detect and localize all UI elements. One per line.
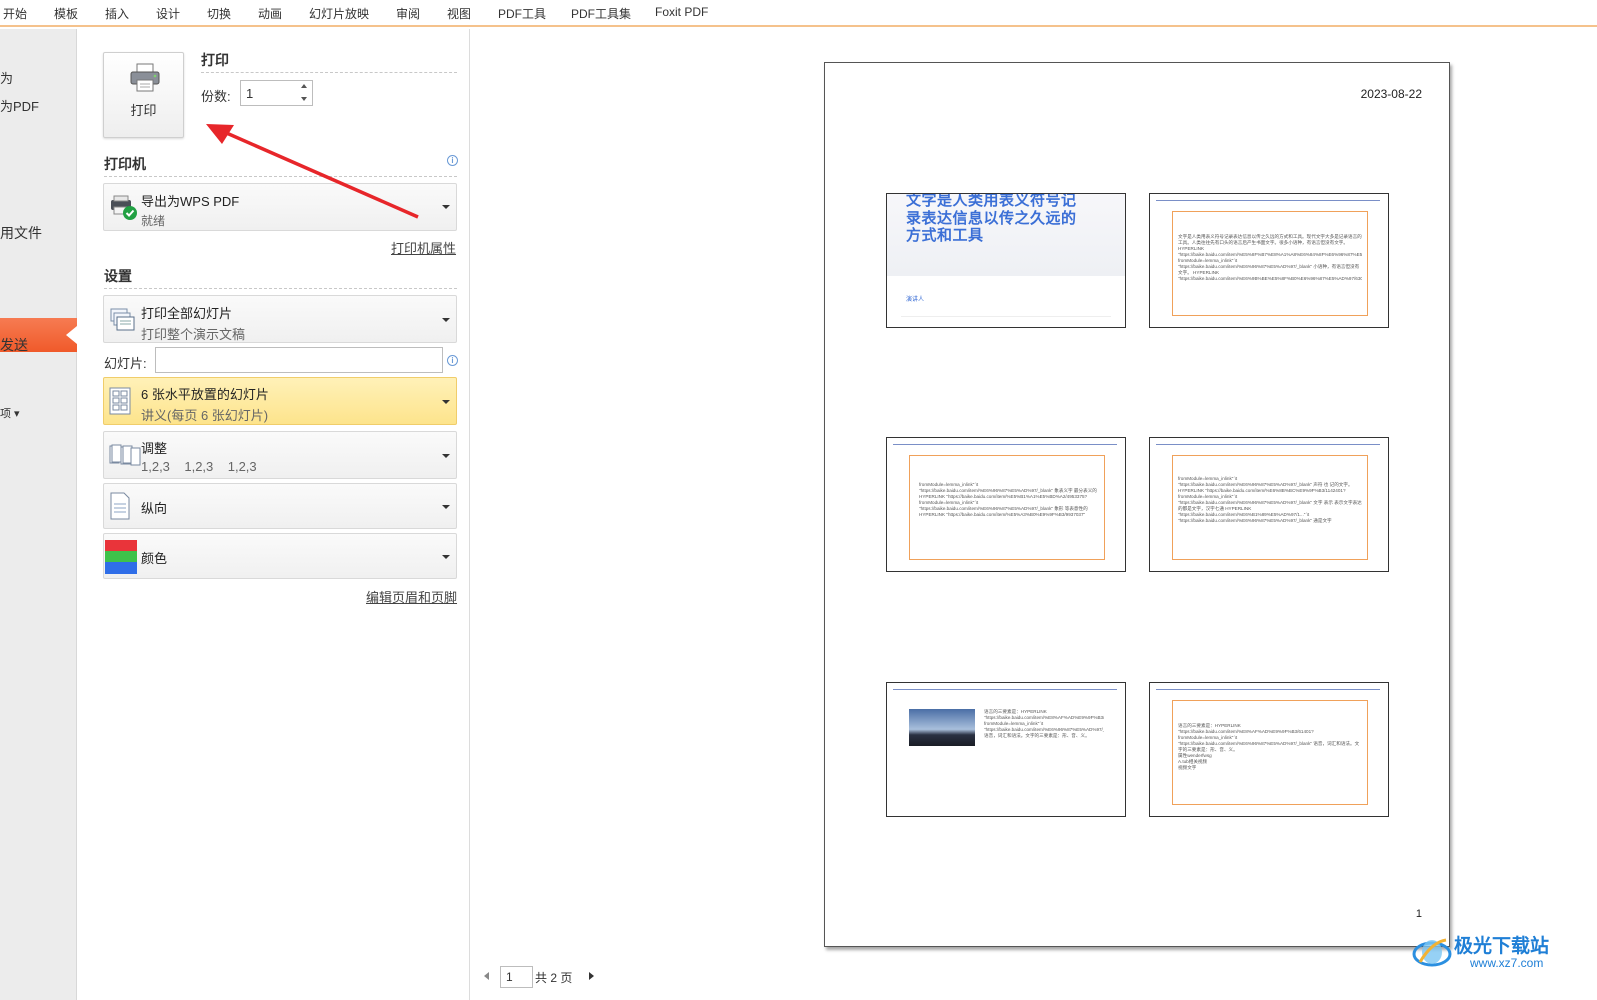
collate-select[interactable]: 调整 1,2,3 1,2,3 1,2,3 bbox=[103, 431, 457, 479]
collate-subtitle: 1,2,3 1,2,3 1,2,3 bbox=[141, 459, 257, 474]
slide-top-rule bbox=[1156, 200, 1380, 201]
slide-5-body: 语言的三要素是：HYPERLINK "https://baike.baidu.c… bbox=[984, 709, 1104, 738]
handout-layout-select[interactable]: 6 张水平放置的幻灯片 讲义(每页 6 张幻灯片) bbox=[103, 377, 457, 425]
printer-properties-link[interactable]: 打印机属性 bbox=[391, 238, 456, 257]
menu-animation[interactable]: 动画 bbox=[258, 5, 282, 22]
slide-6-body: 语言的三要素是：HYPERLINK "https://baike.baidu.c… bbox=[1178, 723, 1360, 770]
slide-top-rule bbox=[1156, 444, 1380, 445]
slide-thumbnail-6: 语言的三要素是：HYPERLINK "https://baike.baidu.c… bbox=[1149, 682, 1389, 817]
chevron-down-icon bbox=[442, 555, 450, 559]
aurora-logo-icon bbox=[1412, 938, 1452, 967]
slide-thumbnail-4: fromModule=lemma_inlink" \t "https://bai… bbox=[1149, 437, 1389, 572]
menu-pdf-tools[interactable]: PDF工具 bbox=[498, 5, 546, 22]
copies-value: 1 bbox=[246, 86, 254, 101]
handout-layout-title: 6 张水平放置的幻灯片 bbox=[141, 387, 269, 402]
slide-thumbnail-2: 文字是人类用表义符号记录表达信息以传之久远的方式和工具。现代文字大多是记录语言的… bbox=[1149, 193, 1389, 328]
slide-top-rule bbox=[893, 689, 1117, 690]
ribbon-menu-bar: 开始 模板 插入 设计 切换 动画 幻灯片放映 审阅 视图 PDF工具 PDF工… bbox=[0, 0, 1597, 27]
header-date: 2023-08-22 bbox=[1360, 87, 1422, 101]
divider bbox=[104, 288, 457, 289]
orientation-label: 纵向 bbox=[141, 501, 168, 516]
menu-foxit-pdf[interactable]: Foxit PDF bbox=[655, 5, 708, 19]
slide-4-body: fromModule=lemma_inlink" \t "https://bai… bbox=[1178, 476, 1362, 523]
prev-page-icon[interactable] bbox=[484, 972, 489, 980]
slide-1-presenter: 演讲人 bbox=[906, 297, 925, 303]
nav-item-recent-files[interactable]: 用文件 bbox=[0, 223, 42, 243]
total-pages-label: 共 2 页 bbox=[535, 971, 573, 985]
slides-input[interactable] bbox=[155, 347, 443, 373]
chevron-down-icon bbox=[442, 400, 450, 404]
print-button-label: 打印 bbox=[130, 103, 157, 118]
print-range-title: 打印全部幻灯片 bbox=[141, 306, 233, 321]
handout-layout-subtitle: 讲义(每页 6 张幻灯片) bbox=[141, 408, 269, 423]
slide-thumbnail-3: fromModule=lemma_inlink" \t "https://bai… bbox=[886, 437, 1126, 572]
color-mode-select[interactable]: 颜色 bbox=[103, 533, 457, 579]
page-number-input[interactable]: 1 bbox=[500, 966, 533, 988]
all-slides-icon bbox=[109, 307, 137, 338]
print-button[interactable]: 打印 bbox=[103, 52, 184, 138]
print-preview-page: 2023-08-22 1 文字是人类用表义符号记录表达信息以传之久远的方式和工具… bbox=[824, 62, 1450, 947]
slide-2-body: 文字是人类用表义符号记录表达信息以传之久远的方式和工具。现代文字大多是记录语言的… bbox=[1178, 234, 1362, 281]
nav-active-pointer bbox=[66, 326, 77, 344]
print-range-subtitle: 打印整个演示文稿 bbox=[141, 327, 246, 342]
slide-1-title: 文字是人类用表义符号记录表达信息以传之久远的方式和工具 bbox=[906, 193, 1077, 244]
nav-item-save-as[interactable]: 为 bbox=[0, 68, 13, 87]
footer-page-number: 1 bbox=[1415, 908, 1422, 920]
nav-item-save-as-pdf[interactable]: 为PDF bbox=[0, 96, 39, 115]
menu-pdf-toolset[interactable]: PDF工具集 bbox=[571, 5, 631, 22]
nav-item-send[interactable]: 发送 bbox=[0, 335, 28, 355]
chevron-down-icon bbox=[442, 318, 450, 322]
printer-icon bbox=[129, 63, 161, 98]
menu-insert[interactable]: 插入 bbox=[105, 5, 129, 22]
site-watermark: 极光下载站 www.xz7.com bbox=[1412, 930, 1564, 974]
chevron-down-icon bbox=[442, 505, 450, 509]
menu-transition[interactable]: 切换 bbox=[207, 5, 231, 22]
nav-item-options[interactable]: 项 ▾ bbox=[0, 405, 20, 421]
slides-label: 幻灯片: bbox=[104, 356, 147, 371]
menu-start[interactable]: 开始 bbox=[3, 5, 27, 22]
watermark-url: www.xz7.com bbox=[1470, 956, 1544, 970]
watermark-name: 极光下载站 bbox=[1454, 936, 1550, 957]
stepper-down-icon[interactable] bbox=[301, 97, 307, 101]
printer-info-icon[interactable]: i bbox=[447, 155, 458, 166]
copies-stepper[interactable]: 1 bbox=[240, 80, 313, 106]
backstage-nav: 为 为PDF 用文件 发送 项 ▾ bbox=[0, 29, 77, 1000]
orientation-select[interactable]: 纵向 bbox=[103, 483, 457, 529]
print-range-select[interactable]: 打印全部幻灯片 打印整个演示文稿 bbox=[103, 295, 457, 343]
color-swatch-icon bbox=[105, 540, 137, 579]
pdf-printer-icon bbox=[109, 194, 139, 227]
printer-status: 就绪 bbox=[141, 214, 166, 228]
chevron-down-icon bbox=[442, 205, 450, 209]
menu-design[interactable]: 设计 bbox=[156, 5, 180, 22]
menu-review[interactable]: 审阅 bbox=[396, 5, 420, 22]
printer-section-title: 打印机 bbox=[104, 156, 146, 172]
slide-top-rule bbox=[1156, 689, 1380, 690]
portrait-page-icon bbox=[109, 492, 131, 525]
red-annotation-arrow bbox=[206, 124, 419, 219]
collate-title: 调整 bbox=[141, 441, 168, 456]
divider bbox=[201, 72, 457, 73]
color-mode-label: 颜色 bbox=[141, 551, 168, 566]
stepper-up-icon[interactable] bbox=[301, 84, 307, 88]
edit-header-footer-link[interactable]: 编辑页眉和页脚 bbox=[366, 587, 457, 606]
menu-template[interactable]: 模板 bbox=[54, 5, 78, 22]
collate-pages-icon bbox=[109, 444, 141, 471]
slide-top-rule bbox=[893, 444, 1117, 445]
chevron-down-icon bbox=[442, 454, 450, 458]
slide-3-body: fromModule=lemma_inlink" \t "https://bai… bbox=[919, 482, 1097, 517]
slides-info-icon[interactable]: i bbox=[447, 355, 458, 366]
menu-view[interactable]: 视图 bbox=[447, 5, 471, 22]
slide-thumbnail-5: 语言的三要素是：HYPERLINK "https://baike.baidu.c… bbox=[886, 682, 1126, 817]
divider bbox=[901, 316, 1111, 317]
next-page-icon[interactable] bbox=[589, 972, 594, 980]
settings-section-title: 设置 bbox=[104, 268, 132, 284]
slide-thumbnail-1: 文字是人类用表义符号记录表达信息以传之久远的方式和工具 演讲人 bbox=[886, 193, 1126, 328]
copies-label: 份数: bbox=[201, 89, 231, 104]
six-slides-grid-icon bbox=[109, 387, 131, 420]
slide-5-night-city-image bbox=[909, 709, 975, 746]
menu-slideshow[interactable]: 幻灯片放映 bbox=[309, 5, 369, 22]
print-section-title: 打印 bbox=[201, 52, 229, 68]
